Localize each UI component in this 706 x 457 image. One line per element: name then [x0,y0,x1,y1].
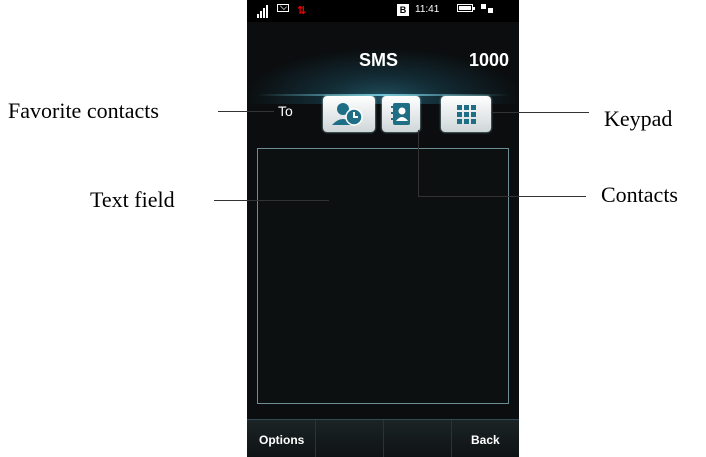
page-title: SMS [359,50,399,70]
contacts-icon [391,103,410,125]
battery-icon [457,4,475,12]
data-transfer-icon: ⇅ [297,5,306,17]
network-icon [481,4,495,16]
message-icon [277,4,289,12]
leader-line-contacts-vertical [418,130,419,196]
callout-contacts: Contacts [601,182,678,207]
contacts-button[interactable] [382,96,420,132]
options-button[interactable]: Options [259,433,304,447]
leader-line-text-field [214,200,329,201]
favorite-contacts-icon [332,103,363,126]
message-text-field[interactable] [257,148,509,404]
callout-keypad: Keypad [604,106,673,131]
recipient-label: To [278,103,293,119]
clock: 11:41 [415,4,440,15]
leader-line-contacts-horizontal [418,196,586,197]
keypad-icon [457,105,476,124]
keypad-button[interactable] [441,96,491,132]
status-badge: B [397,4,409,16]
signal-icon [257,4,271,18]
character-counter: 1000 [469,50,510,70]
status-bar: ⇅ B 11:41 [247,0,519,22]
title-bar: SMS 1000 [247,22,519,104]
softkey-bar: Options Back [247,419,519,457]
favorite-contacts-button[interactable] [323,96,375,132]
phone-screen: ⇅ B 11:41 SMS 1000 To Options Back [247,0,519,457]
leader-line-favorite-contacts [218,111,274,112]
leader-line-keypad [491,112,589,113]
callout-favorite-contacts: Favorite contacts [8,98,159,123]
back-button[interactable]: Back [471,433,500,447]
callout-text-field: Text field [90,187,175,212]
